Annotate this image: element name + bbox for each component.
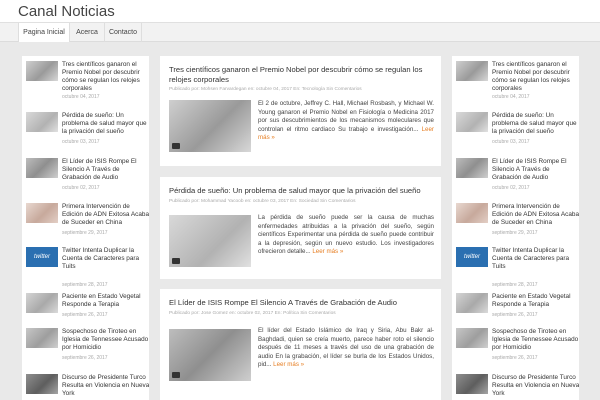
sidebar-item-title[interactable]: El Líder de ISIS Rompe El Silencio A Tra… <box>492 158 579 182</box>
post-meta: Publicado por: Mohammad Yacoob en: octub… <box>169 199 356 204</box>
sidebar-item-date: octubre 04, 2017 <box>62 94 100 100</box>
post-excerpt: El 2 de octubre, Jeffrey C. Hall, Michae… <box>258 100 434 142</box>
post-image[interactable] <box>169 215 251 267</box>
sidebar-item-date: octubre 02, 2017 <box>62 185 100 191</box>
sidebar-item-title[interactable]: El Líder de ISIS Rompe El Silencio A Tra… <box>62 158 149 182</box>
sidebar-item-title[interactable]: Primera Intervención de Edición de ADN E… <box>62 203 149 227</box>
sidebar-item-date: septiembre 29, 2017 <box>62 230 108 236</box>
site-title[interactable]: Canal Noticias <box>18 3 115 20</box>
camera-icon <box>172 258 180 264</box>
post-title[interactable]: Pérdida de sueño: Un problema de salud m… <box>169 186 435 196</box>
patient-thumbnail[interactable] <box>26 293 58 313</box>
post-card: El Líder de ISIS Rompe El Silencio A Tra… <box>160 289 441 400</box>
post-card: Pérdida de sueño: Un problema de salud m… <box>160 177 441 279</box>
sidebar-item-date: septiembre 28, 2017 <box>62 282 108 288</box>
left-sidebar: Tres científicos ganaron el Premio Nobel… <box>22 56 149 400</box>
sidebar-item-date: septiembre 26, 2017 <box>62 355 108 361</box>
sidebar-item-date: septiembre 26, 2017 <box>62 312 108 318</box>
camera-icon <box>172 372 180 378</box>
post-image[interactable] <box>169 100 251 152</box>
post-card: Tres científicos ganaron el Premio Nobel… <box>160 56 441 166</box>
sidebar-item-title[interactable]: Tres científicos ganaron el Premio Nobel… <box>492 61 579 93</box>
right-sidebar: Tres científicos ganaron el Premio Nobel… <box>452 56 579 400</box>
site-header: Canal Noticias <box>0 0 600 22</box>
sidebar-item-title[interactable]: Twitter Intenta Duplicar la Cuenta de Ca… <box>62 247 149 271</box>
sidebar-item-date: octubre 04, 2017 <box>492 94 530 100</box>
twitter-thumbnail[interactable]: twitter <box>456 247 488 267</box>
sidebar-item-title[interactable]: Discurso de Presidente Turco Resulta en … <box>62 374 149 398</box>
sidebar-item-title[interactable]: Pérdida de sueño: Un problema de salud m… <box>62 112 149 136</box>
sidebar-item-title[interactable]: Paciente en Estado Vegetal Responde a Te… <box>62 293 149 309</box>
sidebar-item-title[interactable]: Sospechoso de Tiroteo en Iglesia de Tenn… <box>492 328 579 352</box>
sidebar-item-date: octubre 02, 2017 <box>492 185 530 191</box>
clock-thumbnail[interactable] <box>26 61 58 81</box>
sidebar-item-date: septiembre 26, 2017 <box>492 355 538 361</box>
post-image[interactable] <box>169 329 251 381</box>
sleep-thumbnail[interactable] <box>456 112 488 132</box>
sidebar-item-title[interactable]: Sospechoso de Tiroteo en Iglesia de Tenn… <box>62 328 149 352</box>
post-title[interactable]: El Líder de ISIS Rompe El Silencio A Tra… <box>169 298 435 308</box>
post-excerpt: El líder del Estado Islámico de Iraq y S… <box>258 327 434 369</box>
nav-item-contact[interactable]: Contacto <box>105 23 142 42</box>
nav-item-about[interactable]: Acerca <box>70 23 105 42</box>
post-meta: Publicado por: Mohsen Farvardegan en: oc… <box>169 87 362 92</box>
post-excerpt: La pérdida de sueño puede ser la causa d… <box>258 214 434 256</box>
nav-item-home[interactable]: Pagina Inicial <box>18 23 70 42</box>
post-meta: Publicado por: Jose Gomez en: octubre 02… <box>169 311 336 316</box>
dna-thumbnail[interactable] <box>26 203 58 223</box>
sidebar-item-title[interactable]: Tres científicos ganaron el Premio Nobel… <box>62 61 149 93</box>
sidebar-item-date: septiembre 29, 2017 <box>492 230 538 236</box>
speech-thumbnail[interactable] <box>26 374 58 394</box>
sidebar-item-date: octubre 03, 2017 <box>492 139 530 145</box>
sleep-thumbnail[interactable] <box>26 112 58 132</box>
sidebar-item-date: septiembre 28, 2017 <box>492 282 538 288</box>
read-more-link[interactable]: Leer más » <box>312 248 343 255</box>
church-thumbnail[interactable] <box>26 328 58 348</box>
speech-thumbnail[interactable] <box>456 374 488 394</box>
audio-thumbnail[interactable] <box>26 158 58 178</box>
audio-thumbnail[interactable] <box>456 158 488 178</box>
sidebar-item-date: septiembre 26, 2017 <box>492 312 538 318</box>
sidebar-item-title[interactable]: Discurso de Presidente Turco Resulta en … <box>492 374 579 398</box>
church-thumbnail[interactable] <box>456 328 488 348</box>
post-title[interactable]: Tres científicos ganaron el Premio Nobel… <box>169 65 435 85</box>
sidebar-item-title[interactable]: Twitter Intenta Duplicar la Cuenta de Ca… <box>492 247 579 271</box>
main-nav: Pagina Inicial Acerca Contacto <box>0 22 600 42</box>
sidebar-item-title[interactable]: Paciente en Estado Vegetal Responde a Te… <box>492 293 579 309</box>
sidebar-item-title[interactable]: Pérdida de sueño: Un problema de salud m… <box>492 112 579 136</box>
camera-icon <box>172 143 180 149</box>
dna-thumbnail[interactable] <box>456 203 488 223</box>
twitter-thumbnail[interactable]: twitter <box>26 247 58 267</box>
clock-thumbnail[interactable] <box>456 61 488 81</box>
patient-thumbnail[interactable] <box>456 293 488 313</box>
sidebar-item-title[interactable]: Primera Intervención de Edición de ADN E… <box>492 203 579 227</box>
read-more-link[interactable]: Leer más » <box>273 361 304 368</box>
sidebar-item-date: octubre 03, 2017 <box>62 139 100 145</box>
